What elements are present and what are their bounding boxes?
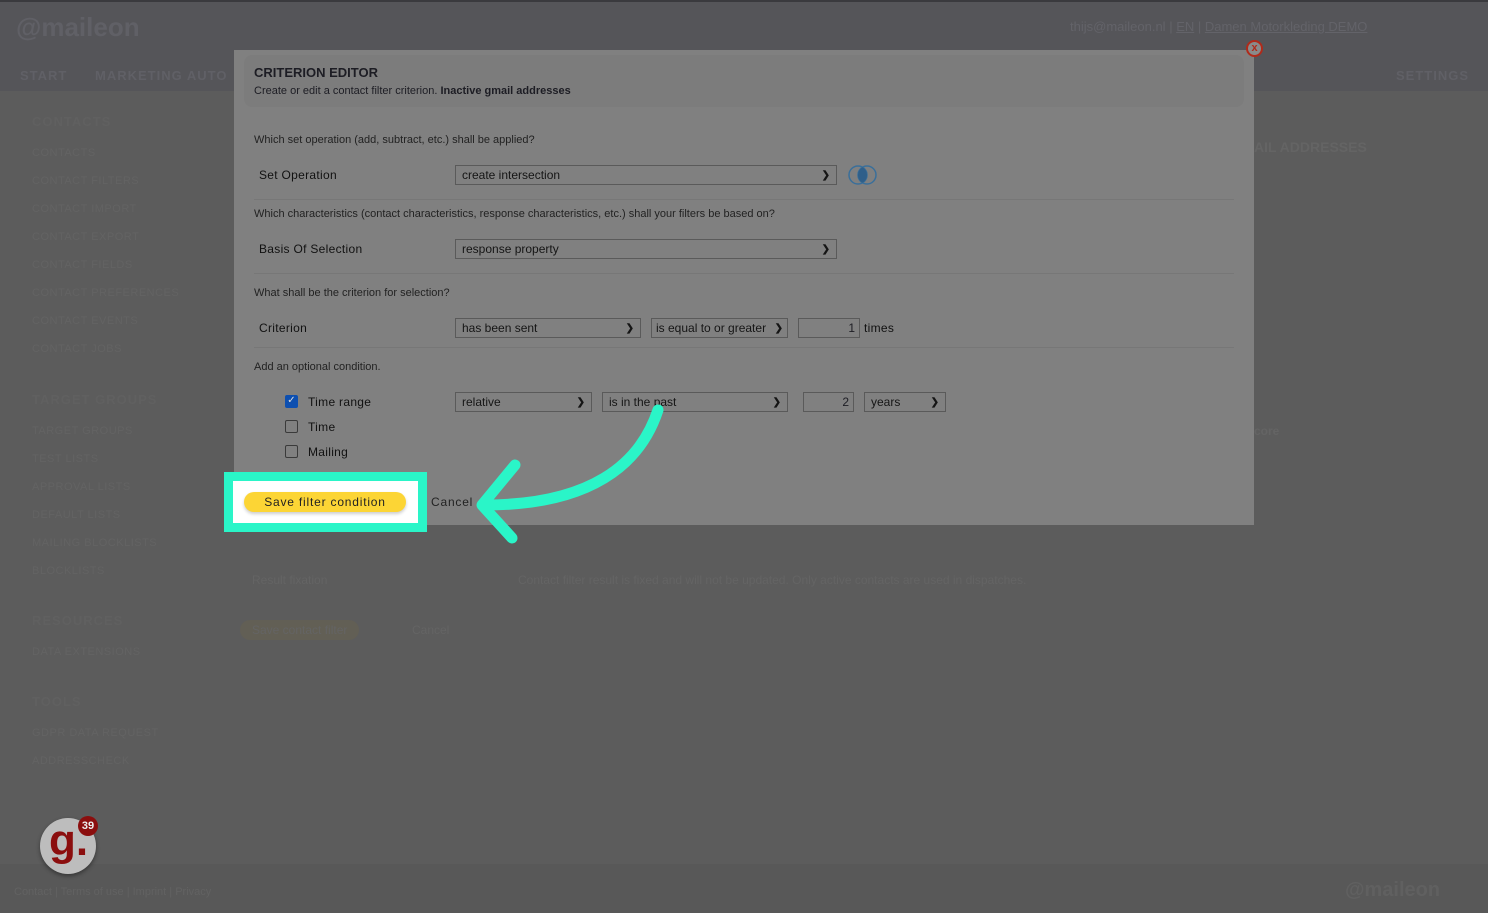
score-heading: core <box>1254 424 1280 438</box>
mailing-checkbox[interactable] <box>285 445 298 458</box>
result-fixation-text: Contact filter result is fixed and will … <box>518 573 1027 587</box>
result-fixation-label: Result fixation <box>252 573 328 587</box>
close-icon[interactable]: x <box>1246 40 1263 57</box>
page-title: AIL ADDRESSES <box>1254 139 1367 155</box>
sidebar-group-title: TARGET GROUPS <box>32 392 158 407</box>
criterion-question: What shall be the criterion for selectio… <box>254 287 450 299</box>
nav-start[interactable]: START <box>20 68 67 83</box>
time-checkbox[interactable] <box>285 420 298 433</box>
comparator-select[interactable]: is equal to or greater ❯ <box>651 318 788 338</box>
sidebar-item[interactable]: CONTACT FIELDS <box>32 259 133 271</box>
sidebar-item[interactable]: TARGET GROUPS <box>32 425 133 437</box>
time-range-checkbox[interactable]: ✓ <box>285 395 298 408</box>
chevron-down-icon: ❯ <box>821 169 830 181</box>
divider <box>254 273 1234 274</box>
language-link[interactable]: EN <box>1176 19 1194 34</box>
condition-question: Add an optional condition. <box>254 361 381 373</box>
time-range-label: Time range <box>308 395 372 409</box>
divider <box>254 199 1234 200</box>
sidebar-group-title: RESOURCES <box>32 613 124 628</box>
user-info: thijs@maileon.nl | EN | Damen Motorkledi… <box>1070 19 1368 34</box>
sidebar-item[interactable]: CONTACT EXPORT <box>32 231 139 243</box>
save-filter-condition-button[interactable]: Save filter condition <box>244 492 406 512</box>
footer-logo: @maileon <box>1345 879 1441 901</box>
notification-widget[interactable]: g. 39 <box>40 816 98 874</box>
user-email[interactable]: thijs@maileon.nl <box>1070 19 1166 34</box>
sidebar-item[interactable]: GDPR DATA REQUEST <box>32 727 159 739</box>
basis-question: Which characteristics (contact character… <box>254 208 775 220</box>
sidebar-item[interactable]: CONTACT IMPORT <box>32 203 137 215</box>
notification-count-badge: 39 <box>78 816 98 836</box>
chevron-down-icon: ❯ <box>930 396 939 408</box>
dialog-subtitle: Create or edit a contact filter criterio… <box>254 85 571 97</box>
footer: Contact | Terms of use | Imprint | Priva… <box>0 864 1488 913</box>
time-amount-input[interactable]: 2 <box>803 392 854 412</box>
background-cancel-button[interactable]: Cancel <box>412 623 449 637</box>
account-link[interactable]: Damen Motorkleding DEMO <box>1205 19 1368 34</box>
arrow-annotation-icon <box>476 404 664 544</box>
nav-marketing-automation[interactable]: MARKETING AUTO <box>95 68 227 83</box>
mailing-label: Mailing <box>308 445 349 459</box>
sidebar-item[interactable]: APPROVAL LISTS <box>32 481 131 493</box>
criterion-editor-dialog: CRITERION EDITOR Create or edit a contac… <box>234 50 1254 525</box>
nav-settings[interactable]: SETTINGS <box>1396 68 1469 83</box>
sidebar-item[interactable]: TEST LISTS <box>32 453 99 465</box>
set-operation-question: Which set operation (add, subtract, etc.… <box>254 134 535 146</box>
time-unit-select[interactable]: years ❯ <box>864 392 946 412</box>
count-input[interactable]: 1 <box>798 318 860 338</box>
maileon-logo: @maileon <box>16 12 140 42</box>
divider <box>254 347 1234 348</box>
sidebar-group-title: CONTACTS <box>32 114 112 129</box>
count-unit: times <box>864 321 895 335</box>
sidebar-item[interactable]: DATA EXTENSIONS <box>32 646 141 658</box>
basis-label: Basis Of Selection <box>259 242 363 256</box>
chevron-down-icon: ❯ <box>774 322 783 334</box>
chevron-down-icon: ❯ <box>821 243 830 255</box>
criterion-label: Criterion <box>259 321 308 335</box>
sidebar-group-title: TOOLS <box>32 694 82 709</box>
sidebar-item[interactable]: BLOCKLISTS <box>32 565 105 577</box>
chevron-down-icon: ❯ <box>772 396 781 408</box>
save-contact-filter-button[interactable]: Save contact filter <box>240 620 360 640</box>
highlight-box: Save filter condition <box>224 472 427 532</box>
sidebar-item[interactable]: MAILING BLOCKLISTS <box>32 537 157 549</box>
sidebar-item[interactable]: CONTACT JOBS <box>32 343 122 355</box>
footer-links[interactable]: Contact | Terms of use | Imprint | Priva… <box>14 886 211 898</box>
sidebar-item[interactable]: CONTACTS <box>32 147 96 159</box>
criterion-select[interactable]: has been sent ❯ <box>455 318 641 338</box>
intersection-icon <box>848 165 877 185</box>
dialog-title: CRITERION EDITOR <box>254 65 378 80</box>
set-operation-label: Set Operation <box>259 168 337 182</box>
set-operation-select[interactable]: create intersection ❯ <box>455 165 837 185</box>
sidebar-item[interactable]: CONTACT PREFERENCES <box>32 287 179 299</box>
filter-name: Inactive gmail addresses <box>440 85 571 97</box>
sidebar-item[interactable]: CONTACT FILTERS <box>32 175 139 187</box>
basis-select[interactable]: response property ❯ <box>455 239 837 259</box>
chevron-down-icon: ❯ <box>625 322 634 334</box>
dialog-header: CRITERION EDITOR Create or edit a contac… <box>244 55 1244 107</box>
time-label: Time <box>308 420 336 434</box>
sidebar-item[interactable]: ADDRESSCHECK <box>32 755 130 767</box>
sidebar-item[interactable]: DEFAULT LISTS <box>32 509 121 521</box>
sidebar-item[interactable]: CONTACT EVENTS <box>32 315 138 327</box>
